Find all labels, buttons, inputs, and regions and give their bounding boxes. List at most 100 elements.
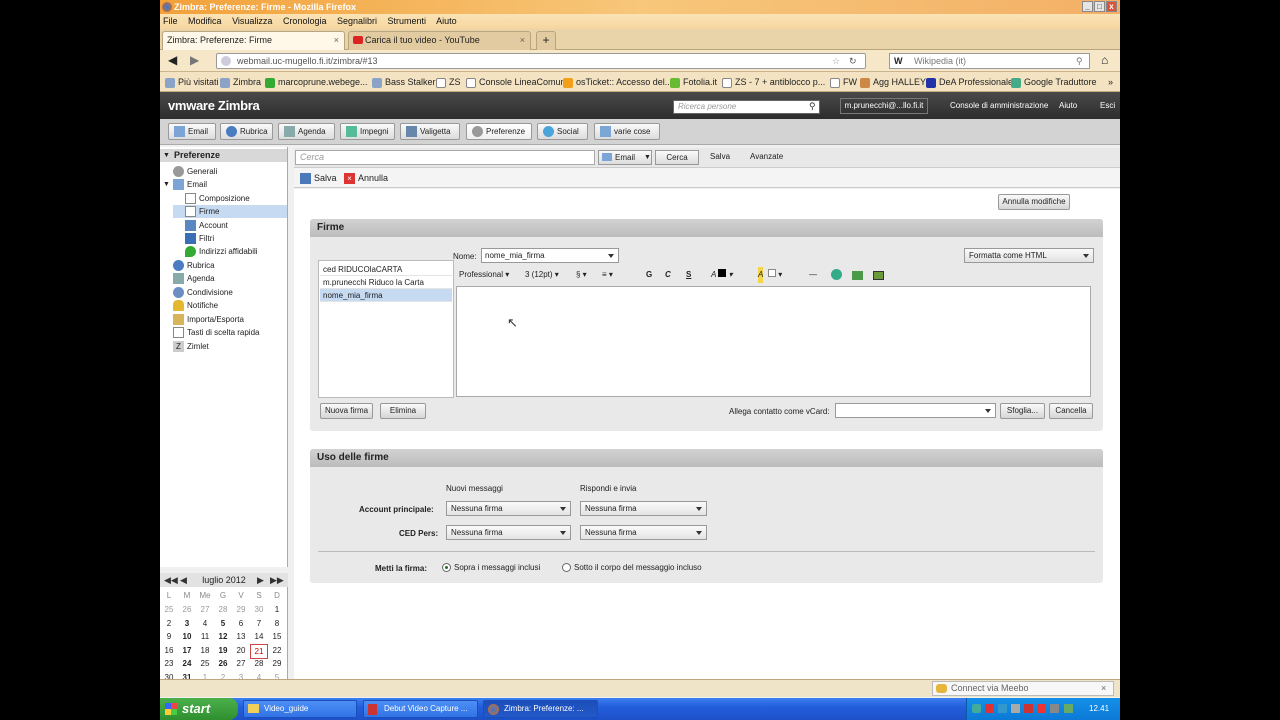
italic-icon[interactable]: C — [665, 267, 671, 283]
bookmark-item[interactable]: Google Traduttore — [1011, 72, 1097, 91]
bookmark-item[interactable]: FW — [830, 72, 857, 91]
sidebar-item-email[interactable]: Email — [173, 178, 207, 191]
highlight-color-icon[interactable]: A — [758, 267, 764, 283]
menu-segnalibri[interactable]: Segnalibri — [337, 16, 377, 26]
calendar-day[interactable]: 29 — [232, 603, 250, 616]
calendar-day[interactable]: 26 — [214, 657, 232, 670]
calendar-day[interactable]: 2 — [160, 617, 178, 630]
taskbar-item-firefox[interactable]: Zimbra: Preferenze: ... — [483, 700, 598, 718]
menu-strumenti[interactable]: Strumenti — [388, 16, 427, 26]
font-size-dropdown[interactable]: 3 (12pt) ▾ — [525, 267, 559, 283]
web-search-input[interactable]: W Wikipedia (it) ⚲ — [889, 53, 1090, 69]
sidebar-item-zimlet[interactable]: Z Zimlet — [173, 340, 209, 353]
app-tab-preferenze[interactable]: Preferenze — [466, 123, 532, 140]
antivirus-icon[interactable] — [1024, 704, 1033, 713]
app-tab-rubrica[interactable]: Rubrica — [220, 123, 273, 140]
calendar-day[interactable]: 29 — [268, 657, 286, 670]
search-input[interactable]: Cerca — [295, 150, 595, 165]
sidebar-item-agenda[interactable]: Agenda — [173, 272, 215, 285]
calendar-day[interactable]: 27 — [232, 657, 250, 670]
volume-icon[interactable] — [1011, 704, 1020, 713]
new-tab-button[interactable]: + — [536, 31, 556, 50]
calendar-day[interactable]: 26 — [178, 603, 196, 616]
people-search-input[interactable]: Ricerca persone — [673, 100, 820, 114]
maximize-button[interactable]: □ — [1094, 1, 1105, 12]
calendar-day[interactable]: 13 — [232, 630, 250, 643]
calendar-day[interactable]: 17 — [178, 644, 196, 657]
bookmark-item[interactable]: Fotolia.it — [670, 72, 717, 91]
signature-list-item[interactable]: nome_mia_firma — [320, 289, 452, 302]
paragraph-style-icon[interactable]: § ▾ — [576, 267, 587, 283]
save-search-button[interactable]: Salva — [710, 152, 730, 161]
bookmark-item[interactable]: Più visitati — [165, 72, 219, 91]
search-button[interactable]: Cerca — [655, 150, 699, 165]
calendar-day[interactable]: 20 — [232, 644, 250, 657]
revert-changes-button[interactable]: Annulla modifiche — [998, 194, 1070, 210]
font-family-dropdown[interactable]: Professional ▾ — [459, 267, 509, 283]
tray-icon[interactable] — [1050, 704, 1059, 713]
collapse-icon[interactable]: ▼ — [163, 149, 170, 162]
bookmark-item[interactable]: Zimbra — [220, 72, 261, 91]
save-button[interactable]: Salva — [300, 168, 337, 188]
calendar-day[interactable]: 14 — [250, 630, 268, 643]
sidebar-item-composizione[interactable]: Composizione — [185, 192, 250, 205]
calendar-day[interactable]: 30 — [250, 603, 268, 616]
bookmarks-overflow-icon[interactable]: » — [1108, 72, 1113, 91]
menu-file[interactable]: File — [163, 16, 178, 26]
user-menu[interactable]: m.prunecchi@...llo.fi.it — [840, 98, 928, 114]
sidebar-item-generali[interactable]: Generali — [173, 165, 217, 178]
meebo-bar[interactable]: Connect via Meebo × — [932, 681, 1114, 696]
admin-console-link[interactable]: Console di amministrazione — [950, 101, 1048, 110]
minimize-button[interactable]: _ — [1082, 1, 1093, 12]
logout-link[interactable]: Esci — [1100, 101, 1115, 110]
delete-signature-button[interactable]: Elimina — [380, 403, 426, 419]
search-icon[interactable]: ⚲ — [1076, 54, 1083, 68]
taskbar-item-video-guide[interactable]: Video_guide — [243, 700, 357, 718]
reload-icon[interactable]: ↻ — [849, 54, 857, 68]
app-tab-valigetta[interactable]: Valigetta — [400, 123, 460, 140]
home-icon[interactable]: ⌂ — [1101, 53, 1108, 67]
back-icon[interactable]: ◀ — [168, 53, 177, 67]
calendar-day[interactable]: 25 — [160, 603, 178, 616]
calendar-day[interactable]: 10 — [178, 630, 196, 643]
calendar-day[interactable]: 15 — [268, 630, 286, 643]
start-button[interactable]: start — [160, 698, 238, 720]
app-tab-impegni[interactable]: Impegni — [340, 123, 395, 140]
sidebar-item-condivisione[interactable]: Condivisione — [173, 286, 233, 299]
calendar-day[interactable]: 8 — [268, 617, 286, 630]
network-icon[interactable] — [972, 704, 981, 713]
image-icon[interactable] — [852, 271, 863, 280]
insert-image-icon[interactable] — [873, 271, 884, 280]
sidebar-item-account[interactable]: Account — [185, 219, 228, 232]
signature-list-item[interactable]: ced RIDUCOlaCARTA — [320, 263, 452, 276]
sidebar-item-tasti-scelta-rapida[interactable]: Tasti di scelta rapida — [173, 326, 259, 339]
calendar-day[interactable]: 24 — [178, 657, 196, 670]
update-icon[interactable] — [998, 704, 1007, 713]
calendar-day[interactable]: 4 — [196, 617, 214, 630]
horizontal-rule-icon[interactable]: — — [809, 267, 817, 283]
sidebar-item-indirizzi-affidabili[interactable]: Indirizzi affidabili — [185, 245, 258, 258]
bookmark-item[interactable]: DeA Professionale — [926, 72, 1013, 91]
calendar-day[interactable]: 18 — [196, 644, 214, 657]
signature-name-input[interactable]: nome_mia_firma — [481, 248, 619, 263]
option-above-radio[interactable]: Sopra i messaggi inclusi — [442, 563, 540, 573]
url-bar[interactable]: webmail.uc-mugello.fi.it/zimbra/#13 ☆ ↻ — [216, 53, 866, 69]
new-signature-button[interactable]: Nuova firma — [320, 403, 373, 419]
calendar-day[interactable]: 7 — [250, 617, 268, 630]
calendar-day[interactable]: 9 — [160, 630, 178, 643]
calendar-day[interactable]: 28 — [214, 603, 232, 616]
sidebar-header[interactable]: ▼ Preferenze — [160, 149, 287, 162]
bookmark-star-icon[interactable]: ☆ — [832, 54, 840, 68]
browse-button[interactable]: Sfoglia... — [1000, 403, 1045, 419]
calendar-day[interactable]: 16 — [160, 644, 178, 657]
next-month-icon[interactable]: ▶ — [257, 573, 264, 587]
calendar-day[interactable]: 5 — [214, 617, 232, 630]
calendar-day[interactable]: 25 — [196, 657, 214, 670]
menu-visualizza[interactable]: Visualizza — [232, 16, 272, 26]
sidebar-item-filtri[interactable]: Filtri — [185, 232, 214, 245]
calendar-day[interactable]: 3 — [178, 617, 196, 630]
bookmark-item[interactable]: ZS — [436, 72, 461, 91]
prev-month-icon[interactable]: ◀ — [180, 573, 187, 587]
calendar-day[interactable]: 12 — [214, 630, 232, 643]
clear-vcard-button[interactable]: Cancella — [1049, 403, 1093, 419]
